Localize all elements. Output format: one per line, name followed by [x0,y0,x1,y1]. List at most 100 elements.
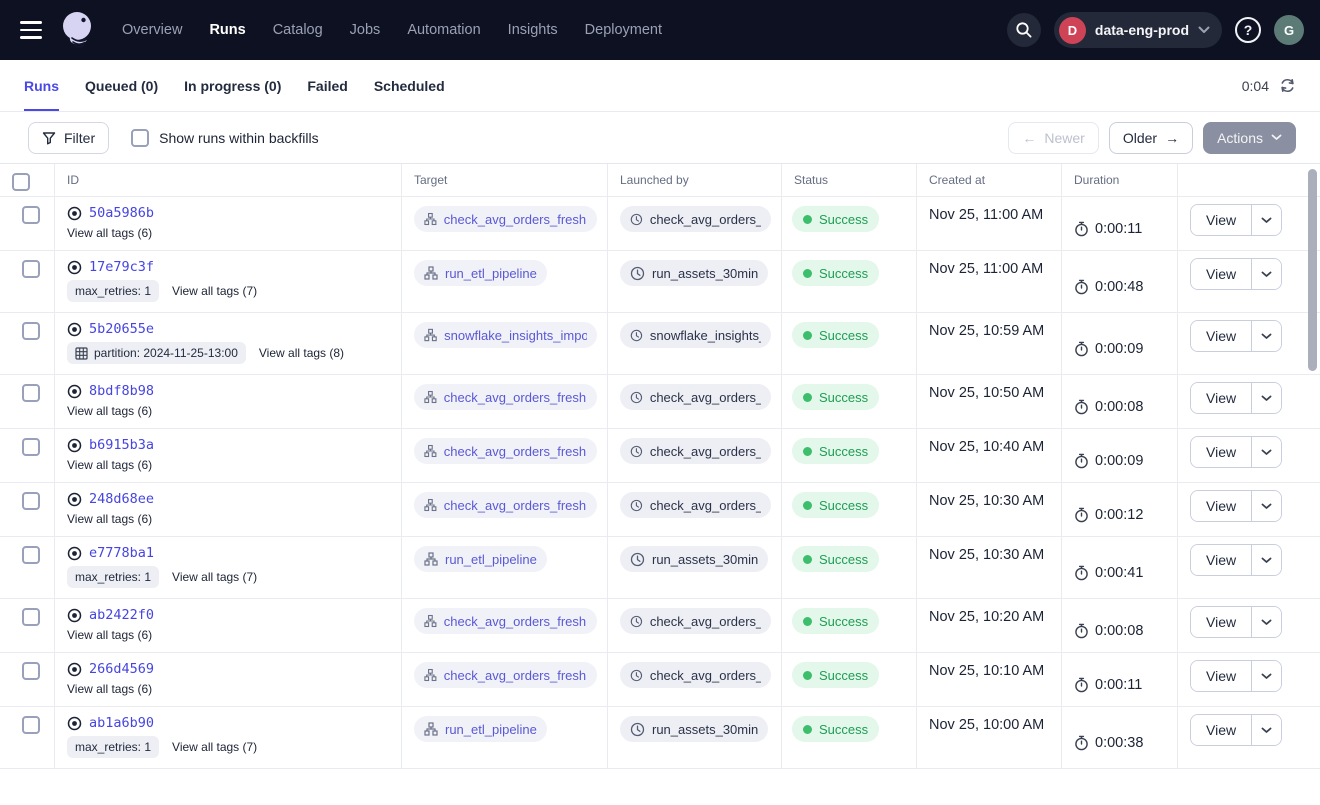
older-button[interactable]: Older → [1109,122,1193,154]
view-dropdown-button[interactable] [1251,715,1281,745]
view-button[interactable]: View [1191,545,1251,575]
nav-item-automation[interactable]: Automation [407,22,480,38]
view-dropdown-button[interactable] [1251,205,1281,235]
view-button[interactable]: View [1191,205,1251,235]
launched-by-pill[interactable]: run_assets_30min [620,716,768,742]
row-checkbox[interactable] [22,662,40,680]
view-all-tags-link[interactable]: View all tags (6) [67,404,152,418]
row-checkbox[interactable] [22,546,40,564]
actions-button[interactable]: Actions [1203,122,1296,154]
tab-in-progress[interactable]: In progress (0) [184,60,281,111]
view-dropdown-button[interactable] [1251,437,1281,467]
nav-item-catalog[interactable]: Catalog [273,22,323,38]
row-checkbox[interactable] [22,716,40,734]
row-checkbox[interactable] [22,438,40,456]
search-icon[interactable] [1007,13,1041,47]
view-button[interactable]: View [1191,383,1251,413]
view-all-tags-link[interactable]: View all tags (6) [67,226,152,240]
view-all-tags-link[interactable]: View all tags (6) [67,628,152,642]
status-badge: Success [792,438,879,464]
view-button[interactable]: View [1191,321,1251,351]
help-icon[interactable]: ? [1235,17,1261,43]
launched-by-pill[interactable]: run_assets_30min [620,546,768,572]
view-all-tags-link[interactable]: View all tags (6) [67,682,152,696]
tab-scheduled[interactable]: Scheduled [374,60,445,111]
nav-item-overview[interactable]: Overview [122,22,182,38]
run-id-link[interactable]: ab2422f0 [89,607,154,623]
target-pill[interactable]: check_avg_orders_freshne [414,206,597,232]
run-id-link[interactable]: ab1a6b90 [89,715,154,731]
launched-by-pill[interactable]: run_assets_30min [620,260,768,286]
view-all-tags-link[interactable]: View all tags (8) [259,346,344,360]
status-badge: Success [792,662,879,688]
launched-by-pill[interactable]: check_avg_orders_f… [620,662,771,688]
view-all-tags-link[interactable]: View all tags (6) [67,512,152,526]
tab-queued[interactable]: Queued (0) [85,60,158,111]
run-id-link[interactable]: 5b20655e [89,321,154,337]
target-pill[interactable]: run_etl_pipeline [414,546,547,572]
view-all-tags-link[interactable]: View all tags (7) [172,284,257,298]
view-button[interactable]: View [1191,437,1251,467]
launched-by-pill[interactable]: check_avg_orders_f… [620,206,771,232]
nav-item-insights[interactable]: Insights [508,22,558,38]
user-avatar[interactable]: G [1274,15,1304,45]
target-pill[interactable]: snowflake_insights_import [414,322,597,348]
tab-failed[interactable]: Failed [307,60,347,111]
target-pill[interactable]: check_avg_orders_freshne [414,492,597,518]
nav-item-runs[interactable]: Runs [209,22,245,38]
target-pill[interactable]: check_avg_orders_freshne [414,662,597,688]
target-pill[interactable]: run_etl_pipeline [414,716,547,742]
run-id-link[interactable]: b6915b3a [89,437,154,453]
view-dropdown-button[interactable] [1251,383,1281,413]
view-dropdown-button[interactable] [1251,607,1281,637]
filter-button[interactable]: Filter [28,122,109,154]
target-pill[interactable]: run_etl_pipeline [414,260,547,286]
refresh-icon[interactable] [1279,77,1296,94]
row-checkbox[interactable] [22,384,40,402]
row-checkbox[interactable] [22,206,40,224]
target-pill[interactable]: check_avg_orders_freshne [414,608,597,634]
launched-by-pill[interactable]: check_avg_orders_f… [620,492,771,518]
run-id-link[interactable]: 8bdf8b98 [89,383,154,399]
view-dropdown-button[interactable] [1251,321,1281,351]
view-button[interactable]: View [1191,491,1251,521]
view-button[interactable]: View [1191,607,1251,637]
launched-by-pill[interactable]: check_avg_orders_f… [620,608,771,634]
view-dropdown-button[interactable] [1251,545,1281,575]
run-id-link[interactable]: 50a5986b [89,205,154,221]
launched-by-pill[interactable]: check_avg_orders_f… [620,384,771,410]
row-checkbox[interactable] [22,492,40,510]
workspace-switcher[interactable]: D data-eng-prod [1054,12,1222,48]
column-header-target: Target [402,164,608,196]
view-button[interactable]: View [1191,259,1251,289]
launched-by-pill[interactable]: check_avg_orders_f… [620,438,771,464]
menu-icon[interactable] [18,17,44,43]
dagster-logo-icon[interactable] [58,9,98,51]
run-id-link[interactable]: 17e79c3f [89,259,154,275]
row-checkbox[interactable] [22,322,40,340]
backfills-checkbox[interactable] [131,129,149,147]
row-checkbox[interactable] [22,608,40,626]
view-all-tags-link[interactable]: View all tags (7) [172,570,257,584]
view-button[interactable]: View [1191,661,1251,691]
view-all-tags-link[interactable]: View all tags (7) [172,740,257,754]
select-all-checkbox[interactable] [12,173,30,191]
run-id-link[interactable]: e7778ba1 [89,545,154,561]
run-id-link[interactable]: 266d4569 [89,661,154,677]
view-all-tags-link[interactable]: View all tags (6) [67,458,152,472]
tab-runs[interactable]: Runs [24,60,59,111]
view-dropdown-button[interactable] [1251,661,1281,691]
nav-item-deployment[interactable]: Deployment [585,22,662,38]
view-button[interactable]: View [1191,715,1251,745]
vertical-scrollbar[interactable] [1308,169,1317,371]
row-tags: View all tags (6) [67,404,389,418]
view-dropdown-button[interactable] [1251,259,1281,289]
launched-by-pill[interactable]: snowflake_insights_… [620,322,771,348]
target-pill[interactable]: check_avg_orders_freshne [414,384,597,410]
run-id-link[interactable]: 248d68ee [89,491,154,507]
nav-item-jobs[interactable]: Jobs [350,22,381,38]
newer-button[interactable]: ← Newer [1008,122,1098,154]
target-pill[interactable]: check_avg_orders_freshne [414,438,597,464]
row-checkbox[interactable] [22,260,40,278]
view-dropdown-button[interactable] [1251,491,1281,521]
